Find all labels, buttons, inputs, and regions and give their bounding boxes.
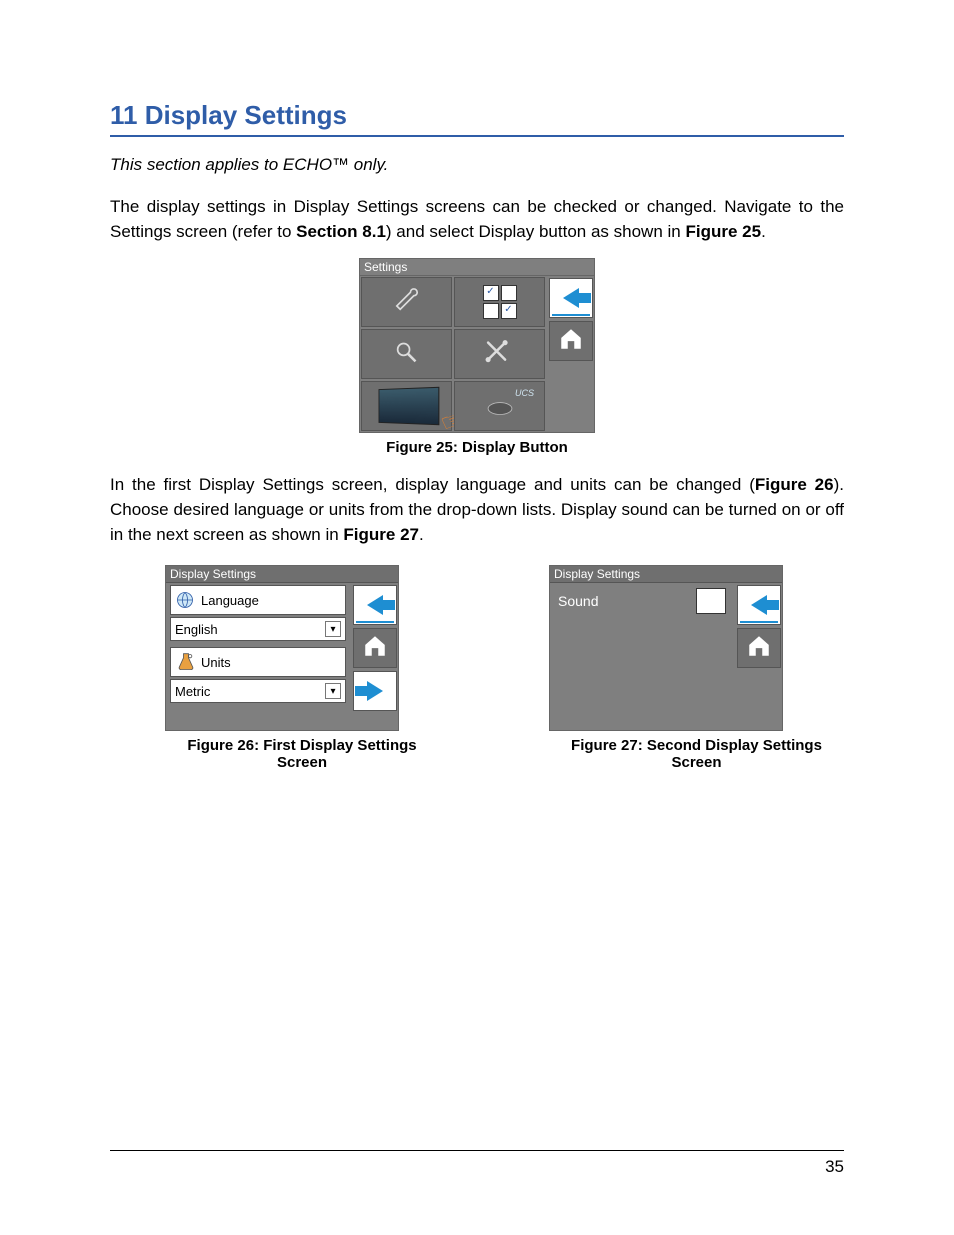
fig26-window-title: Display Settings bbox=[166, 566, 398, 583]
arrow-left-icon bbox=[563, 288, 579, 308]
settings-search-button[interactable] bbox=[361, 329, 452, 379]
language-label-row: Language bbox=[170, 585, 346, 615]
language-dropdown[interactable]: English ▾ bbox=[170, 617, 346, 641]
fig25-window-title: Settings bbox=[360, 259, 594, 276]
sound-checkbox[interactable]: ✓ bbox=[696, 588, 726, 614]
p2-text-c: . bbox=[419, 525, 424, 544]
units-label-row: Units bbox=[170, 647, 346, 677]
home-icon bbox=[362, 633, 388, 664]
back-button[interactable] bbox=[737, 585, 781, 625]
sound-label: Sound bbox=[558, 593, 598, 609]
units-value: Metric bbox=[175, 684, 210, 699]
figure-25-screenshot: Settings ✓ ✓ bbox=[359, 258, 595, 433]
checkbox-grid-icon: ✓ ✓ bbox=[483, 285, 517, 319]
chevron-down-icon: ▾ bbox=[325, 683, 341, 699]
ucs-label: UCS bbox=[515, 388, 534, 398]
settings-checkbox-button[interactable]: ✓ ✓ bbox=[454, 277, 545, 327]
p1-text-b: ) and select Display button as shown in bbox=[386, 222, 686, 241]
paragraph-2: In the first Display Settings screen, di… bbox=[110, 473, 844, 547]
cloud-icon bbox=[483, 393, 517, 419]
p2-ref-fig27: Figure 27 bbox=[343, 525, 419, 544]
home-icon bbox=[558, 326, 584, 357]
figure-26-caption: Figure 26: First Display Settings Screen bbox=[165, 737, 439, 771]
p1-ref-fig25: Figure 25 bbox=[685, 222, 761, 241]
fig27-window-title: Display Settings bbox=[550, 566, 782, 583]
back-button[interactable] bbox=[549, 278, 593, 318]
home-icon bbox=[746, 633, 772, 664]
page-number: 35 bbox=[825, 1157, 844, 1177]
wrench-icon bbox=[390, 286, 424, 319]
next-button[interactable] bbox=[353, 671, 397, 711]
language-value: English bbox=[175, 622, 218, 637]
chevron-down-icon: ▾ bbox=[325, 621, 341, 637]
p2-ref-fig26: Figure 26 bbox=[755, 475, 834, 494]
magnify-icon bbox=[390, 338, 424, 371]
paragraph-1: The display settings in Display Settings… bbox=[110, 195, 844, 244]
arrow-left-icon bbox=[367, 595, 383, 615]
flask-icon bbox=[175, 652, 197, 672]
settings-wrench-button[interactable] bbox=[361, 277, 452, 327]
arrow-left-icon bbox=[751, 595, 767, 615]
figure-27-screenshot: Display Settings Sound ✓ bbox=[549, 565, 783, 731]
footer-rule bbox=[110, 1150, 844, 1151]
figure-25-caption: Figure 25: Display Button bbox=[110, 439, 844, 456]
settings-ucs-button[interactable]: UCS bbox=[454, 381, 545, 431]
settings-tools-button[interactable] bbox=[454, 329, 545, 379]
home-button[interactable] bbox=[353, 628, 397, 668]
settings-display-button[interactable]: ☞ bbox=[361, 381, 452, 431]
units-label: Units bbox=[201, 655, 231, 670]
figure-26-screenshot: Display Settings Language English ▾ bbox=[165, 565, 399, 731]
globe-icon bbox=[175, 590, 195, 610]
figure-27-caption: Figure 27: Second Display Settings Scree… bbox=[549, 737, 844, 771]
check-icon: ✓ bbox=[703, 589, 720, 614]
home-button[interactable] bbox=[549, 321, 593, 361]
back-button[interactable] bbox=[353, 585, 397, 625]
p2-text-a: In the first Display Settings screen, di… bbox=[110, 475, 755, 494]
monitor-icon bbox=[378, 387, 439, 425]
crossed-tools-icon bbox=[483, 338, 517, 371]
applies-note: This section applies to ECHO™ only. bbox=[110, 155, 844, 175]
arrow-right-icon bbox=[367, 681, 383, 701]
home-button[interactable] bbox=[737, 628, 781, 668]
p1-ref-section: Section 8.1 bbox=[296, 222, 386, 241]
sound-row: Sound ✓ bbox=[554, 585, 730, 617]
language-label: Language bbox=[201, 593, 259, 608]
units-dropdown[interactable]: Metric ▾ bbox=[170, 679, 346, 703]
p1-text-c: . bbox=[761, 222, 766, 241]
section-heading: 11 Display Settings bbox=[110, 100, 844, 137]
